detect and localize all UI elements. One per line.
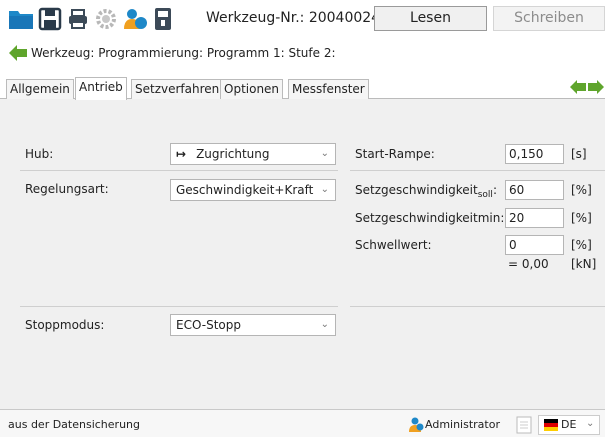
regelungsart-select[interactable]: Geschwindigkeit+Kraft ⌄: [170, 179, 336, 201]
regelungsart-label: Regelungsart:: [25, 182, 109, 196]
start-rampe-input[interactable]: 0,150: [505, 144, 564, 164]
schwellwert-computed-unit: [kN]: [571, 257, 597, 271]
schwellwert-computed: = 0,00: [508, 257, 549, 271]
setz-soll-unit: [%]: [571, 183, 592, 197]
tab-setzverfahren[interactable]: Setzverfahren: [131, 79, 224, 99]
tab-antrieb[interactable]: Antrieb: [75, 77, 127, 100]
divider: [20, 170, 338, 171]
user-info-icon[interactable]: [122, 7, 148, 31]
setzgeschwindigkeit-soll-label: Setzgeschwindigkeitsoll:: [355, 183, 497, 200]
read-button[interactable]: Lesen: [374, 6, 487, 31]
tab-next-arrow-icon[interactable]: [588, 79, 605, 95]
setzgeschwindigkeit-min-label: Setzgeschwindigkeitmin:: [355, 211, 505, 225]
device-icon[interactable]: [152, 7, 174, 31]
hub-value: Zugrichtung: [196, 147, 270, 161]
start-rampe-unit: [s]: [571, 147, 587, 161]
status-bar: aus der Datensicherung Administrator DE …: [0, 409, 605, 437]
divider: [350, 170, 605, 171]
setz-min-unit: [%]: [571, 211, 592, 225]
folder-icon[interactable]: [8, 7, 34, 31]
write-button[interactable]: Schreiben: [493, 6, 605, 31]
stoppmodus-label: Stoppmodus:: [25, 318, 105, 332]
stoppmodus-value: ECO-Stopp: [176, 318, 241, 332]
save-icon[interactable]: [38, 7, 62, 31]
schwellwert-unit: [%]: [571, 238, 592, 252]
setzgeschwindigkeit-min-input[interactable]: 20: [505, 208, 564, 228]
schwellwert-input[interactable]: 0: [505, 235, 564, 255]
hub-direction-icon: ↦: [176, 147, 187, 161]
breadcrumb-path: Werkzeug: Programmierung: Programm 1: St…: [31, 46, 336, 60]
breadcrumb: Werkzeug: Programmierung: Programm 1: St…: [0, 42, 605, 66]
language-select[interactable]: DE ⌄: [538, 415, 600, 435]
settings-gear-icon[interactable]: [94, 7, 118, 31]
chevron-down-icon: ⌄: [320, 184, 329, 195]
notes-icon[interactable]: [516, 416, 532, 434]
chevron-down-icon: ⌄: [586, 418, 595, 429]
chevron-down-icon: ⌄: [320, 319, 329, 330]
german-flag-icon: [544, 419, 558, 431]
tab-messfenster[interactable]: Messfenster: [288, 79, 369, 99]
setzgeschwindigkeit-soll-input[interactable]: 60: [505, 180, 564, 200]
start-rampe-label: Start-Rampe:: [355, 147, 435, 161]
regelungsart-value: Geschwindigkeit+Kraft: [176, 183, 314, 197]
tab-optionen[interactable]: Optionen: [220, 79, 284, 99]
schwellwert-label: Schwellwert:: [355, 238, 432, 252]
data-source-status: aus der Datensicherung: [8, 418, 140, 431]
tab-bar: Allgemein Antrieb Setzverfahren Optionen…: [0, 77, 605, 100]
chevron-down-icon: ⌄: [320, 148, 329, 159]
toolbar: Werkzeug-Nr.: 20040024 Lesen Schreiben: [0, 0, 605, 37]
language-value: DE: [561, 418, 577, 431]
divider: [350, 306, 605, 307]
user-icon: [409, 417, 424, 432]
setz-soll-text: Setzgeschwindigkeit: [355, 183, 478, 197]
tab-prev-arrow-icon[interactable]: [569, 79, 587, 95]
stoppmodus-select[interactable]: ECO-Stopp ⌄: [170, 314, 336, 336]
hub-label: Hub:: [25, 147, 54, 161]
tab-allgemein[interactable]: Allgemein: [6, 79, 74, 99]
setz-soll-subscript: soll: [477, 190, 493, 200]
current-user[interactable]: Administrator: [425, 418, 500, 431]
tool-number-title: Werkzeug-Nr.: 20040024: [206, 10, 381, 26]
divider: [20, 306, 338, 307]
hub-select[interactable]: ↦ Zugrichtung ⌄: [170, 143, 336, 165]
print-icon[interactable]: [66, 7, 90, 31]
antrieb-panel: Hub: ↦ Zugrichtung ⌄ Regelungsart: Geschw…: [0, 99, 605, 409]
back-arrow-icon[interactable]: [8, 44, 28, 62]
setz-soll-colon: :: [492, 183, 497, 197]
